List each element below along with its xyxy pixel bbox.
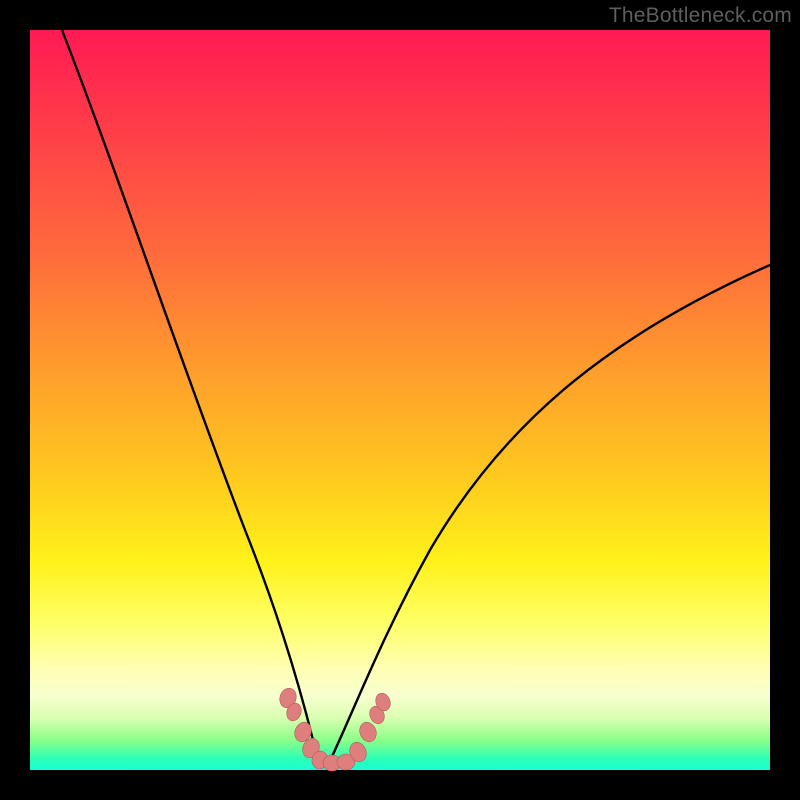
watermark-text: TheBottleneck.com <box>609 4 792 28</box>
curve-left-branch <box>62 30 323 765</box>
curve-right-branch <box>328 265 770 765</box>
plot-area <box>30 30 770 770</box>
marker-cluster <box>277 686 392 771</box>
chart-frame: TheBottleneck.com <box>0 0 800 800</box>
curve-layer <box>30 30 770 770</box>
